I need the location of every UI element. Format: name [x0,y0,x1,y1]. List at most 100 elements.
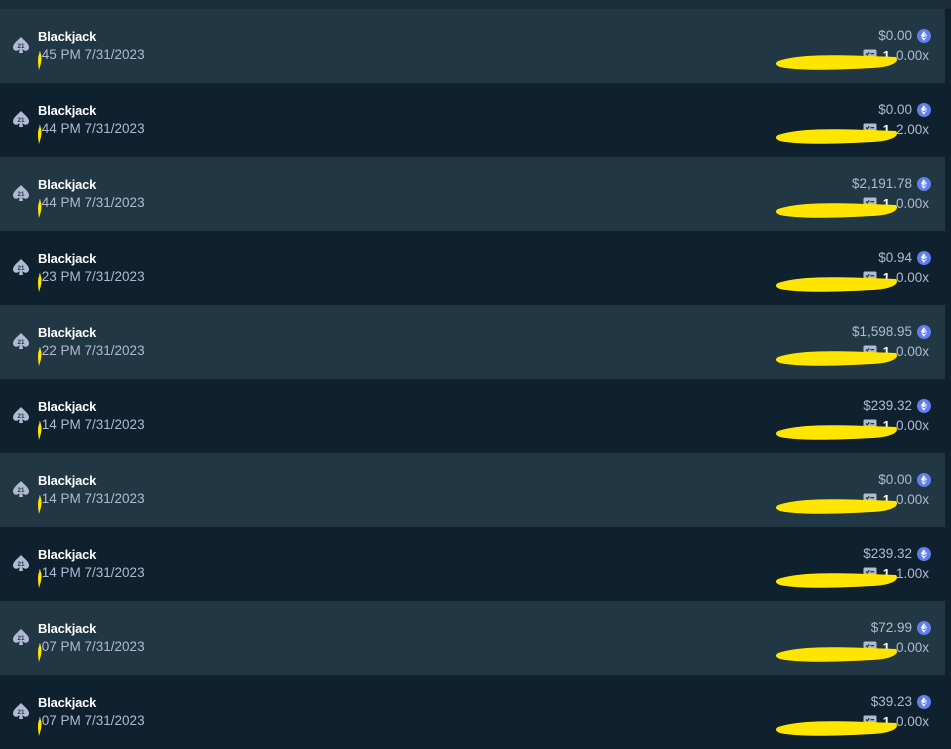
provably-fair-icon[interactable] [863,197,877,211]
bet-details: 1 0.00x [863,48,929,63]
payout: $72.99 [871,620,931,635]
bet-row[interactable]: 21 Blackjack :44 PM 7/31/2023 $2,191.78 … [0,157,945,231]
game-name[interactable]: Blackjack [38,695,96,710]
bet-details: 1 2.00x [863,122,929,137]
bet-id[interactable]: 1 [883,122,890,137]
bet-timestamp: :14 PM 7/31/2023 [38,417,145,432]
bet-details: 1 0.00x [863,714,929,729]
bet-row[interactable]: 21 Blackjack :14 PM 7/31/2023 $0.00 1 0.… [0,453,945,527]
bet-id[interactable]: 1 [883,492,890,507]
bet-row[interactable]: 21 Blackjack :14 PM 7/31/2023 $239.32 1 [0,527,945,601]
game-name[interactable]: Blackjack [38,177,96,192]
payout: $0.00 [878,472,931,487]
svg-text:21: 21 [18,487,25,494]
payout-multiplier: 2.00x [895,122,929,137]
bet-row[interactable]: 21 Blackjack :07 PM 7/31/2023 $72.99 1 0… [0,601,945,675]
bet-row[interactable]: 21 Blackjack :44 PM 7/31/2023 $0.00 1 2.… [0,83,945,157]
provably-fair-icon[interactable] [863,419,877,433]
payout-amount: $239.32 [863,398,912,413]
payout: $0.94 [878,250,931,265]
game-name[interactable]: Blackjack [38,103,96,118]
game-name[interactable]: Blackjack [38,473,96,488]
payout-amount: $0.00 [878,28,912,43]
payout-amount: $2,191.78 [851,176,912,191]
ethereum-icon [917,28,931,43]
blackjack-spade-21-icon: 21 [13,703,29,719]
provably-fair-icon[interactable] [863,345,877,359]
payout-multiplier: 0.00x [895,640,929,655]
provably-fair-icon[interactable] [863,271,877,285]
game-name[interactable]: Blackjack [38,325,96,340]
payout-amount: $39.23 [870,694,912,709]
bet-row[interactable]: 21 Blackjack :23 PM 7/31/2023 $0.94 1 0.… [0,231,945,305]
provably-fair-icon[interactable] [863,123,877,137]
blackjack-spade-21-icon: 21 [13,333,29,349]
bet-timestamp: :23 PM 7/31/2023 [38,269,145,284]
bet-id[interactable]: 1 [883,418,890,433]
payout-amount: $239.32 [863,546,912,561]
bet-details: 1 0.00x [863,270,929,285]
game-name[interactable]: Blackjack [38,547,96,562]
bet-row[interactable]: 21 Blackjack :07 PM 7/31/2023 $39.23 1 0… [0,675,945,749]
bet-id[interactable]: 1 [883,270,890,285]
game-name[interactable]: Blackjack [38,29,96,44]
ethereum-icon [917,546,931,561]
bet-id[interactable]: 1 [883,48,890,63]
payout-multiplier: 0.00x [895,196,929,211]
game-name[interactable]: Blackjack [38,399,96,414]
payout: $2,191.78 [852,176,931,191]
svg-text:21: 21 [18,191,25,198]
payout-amount: $1,598.95 [851,324,912,339]
provably-fair-icon[interactable] [863,493,877,507]
bet-row[interactable]: 21 Blackjack :22 PM 7/31/2023 $1,598.95 … [0,305,945,379]
blackjack-spade-21-icon: 21 [13,259,29,275]
svg-text:21: 21 [18,709,25,716]
bet-row[interactable]: 21 Blackjack :45 PM 7/31/2023 $0.00 1 0.… [0,9,945,83]
provably-fair-icon[interactable] [863,49,877,63]
blackjack-spade-21-icon: 21 [13,37,29,53]
svg-text:21: 21 [18,43,25,50]
blackjack-spade-21-icon: 21 [13,481,29,497]
bet-timestamp: :45 PM 7/31/2023 [38,47,145,62]
payout: $39.23 [871,694,931,709]
provably-fair-icon[interactable] [863,715,877,729]
payout-multiplier: 0.00x [895,714,929,729]
ethereum-icon [917,398,931,413]
bet-id[interactable]: 1 [883,714,890,729]
payout-amount: $0.00 [878,102,912,117]
bet-timestamp: :14 PM 7/31/2023 [38,491,145,506]
payout-amount: $0.00 [878,472,912,487]
provably-fair-icon[interactable] [863,567,877,581]
game-name[interactable]: Blackjack [38,621,96,636]
payout-amount: $0.94 [878,250,912,265]
payout: $0.00 [878,102,931,117]
bet-timestamp: :14 PM 7/31/2023 [38,565,145,580]
bet-id[interactable]: 1 [883,566,890,581]
ethereum-icon [917,102,931,117]
ethereum-icon [917,472,931,487]
payout: $0.00 [878,28,931,43]
bet-history-list: 21 Blackjack :45 PM 7/31/2023 $0.00 1 0.… [0,0,951,749]
bet-details: 1 0.00x [863,418,929,433]
payout: $239.32 [863,546,931,561]
bet-row[interactable]: 21 Blackjack :14 PM 7/31/2023 $239.32 1 [0,379,945,453]
blackjack-spade-21-icon: 21 [13,407,29,423]
bet-id[interactable]: 1 [883,640,890,655]
blackjack-spade-21-icon: 21 [13,185,29,201]
bet-details: 1 1.00x [863,566,929,581]
payout-multiplier: 0.00x [895,48,929,63]
payout-multiplier: 1.00x [895,566,929,581]
ethereum-icon [917,694,931,709]
svg-text:21: 21 [18,635,25,642]
game-name[interactable]: Blackjack [38,251,96,266]
bet-id[interactable]: 1 [883,344,890,359]
blackjack-spade-21-icon: 21 [13,629,29,645]
payout-multiplier: 0.00x [895,418,929,433]
blackjack-spade-21-icon: 21 [13,111,29,127]
provably-fair-icon[interactable] [863,641,877,655]
ethereum-icon [917,620,931,635]
svg-text:21: 21 [18,265,25,272]
bet-id[interactable]: 1 [883,196,890,211]
payout-multiplier: 0.00x [895,344,929,359]
payout-amount: $72.99 [870,620,912,635]
